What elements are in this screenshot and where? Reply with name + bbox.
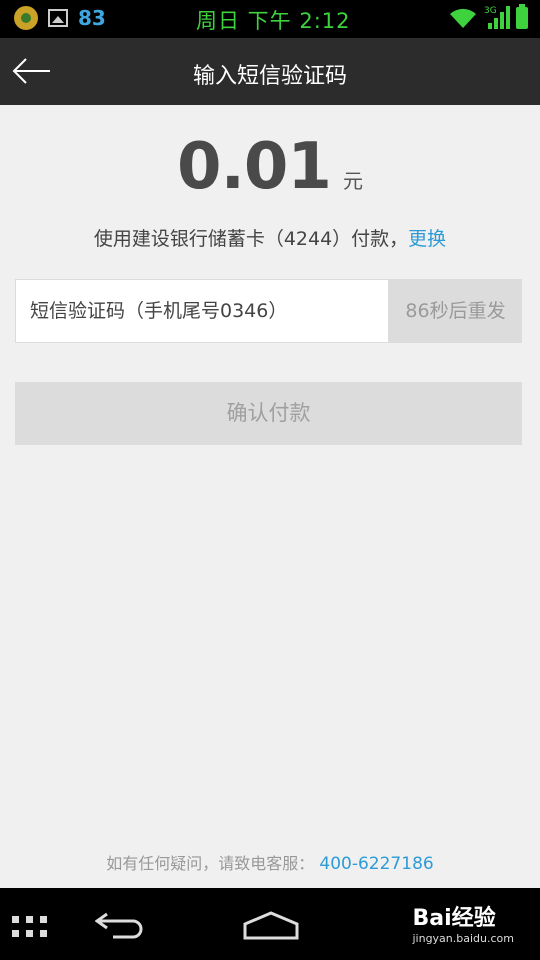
status-time: 周日 下午 2:12 xyxy=(196,9,351,33)
system-nav-bar: Bai经验 jingyan.baidu.com xyxy=(0,888,540,960)
app-notification-icon xyxy=(14,6,38,30)
amount-value: 0.01 xyxy=(177,130,332,204)
image-icon xyxy=(48,9,68,27)
status-right: 3G xyxy=(448,4,528,29)
change-card-link[interactable]: 更换 xyxy=(408,228,446,250)
baidu-watermark: Bai经验 jingyan.baidu.com xyxy=(412,900,514,945)
battery-icon xyxy=(516,4,528,29)
payment-method-line: 使用建设银行储蓄卡（4244）付款，更换 xyxy=(0,224,540,251)
confirm-payment-button[interactable]: 确认付款 xyxy=(15,382,522,445)
app-header: 输入短信验证码 xyxy=(0,38,540,105)
sms-code-row: 86秒后重发 xyxy=(15,279,522,343)
watermark-url: jingyan.baidu.com xyxy=(412,932,514,945)
support-text: 如有任何疑问，请致电客服： xyxy=(106,854,315,873)
support-line: 如有任何疑问，请致电客服： 400-6227186 xyxy=(0,850,540,874)
nav-home-icon[interactable] xyxy=(243,910,299,944)
sms-code-input[interactable] xyxy=(15,279,389,343)
watermark-brand: Bai经验 xyxy=(412,906,496,931)
network-label: 3G xyxy=(484,6,497,16)
amount-unit: 元 xyxy=(342,169,363,193)
support-phone-link[interactable]: 400-6227186 xyxy=(319,854,433,874)
notification-count: 83 xyxy=(78,6,106,30)
status-bar: 83 周日 下午 2:12 3G xyxy=(0,0,540,38)
amount-display: 0.01 元 xyxy=(0,130,540,204)
status-left: 83 xyxy=(14,6,106,30)
menu-grid-icon[interactable] xyxy=(12,916,48,940)
page-title: 输入短信验证码 xyxy=(192,64,347,89)
nav-back-icon[interactable] xyxy=(94,908,147,944)
resend-countdown-button[interactable]: 86秒后重发 xyxy=(389,279,522,343)
payment-method-text: 使用建设银行储蓄卡（4244）付款， xyxy=(93,228,409,250)
wifi-icon xyxy=(448,7,478,29)
signal-3g-icon: 3G xyxy=(484,5,510,29)
